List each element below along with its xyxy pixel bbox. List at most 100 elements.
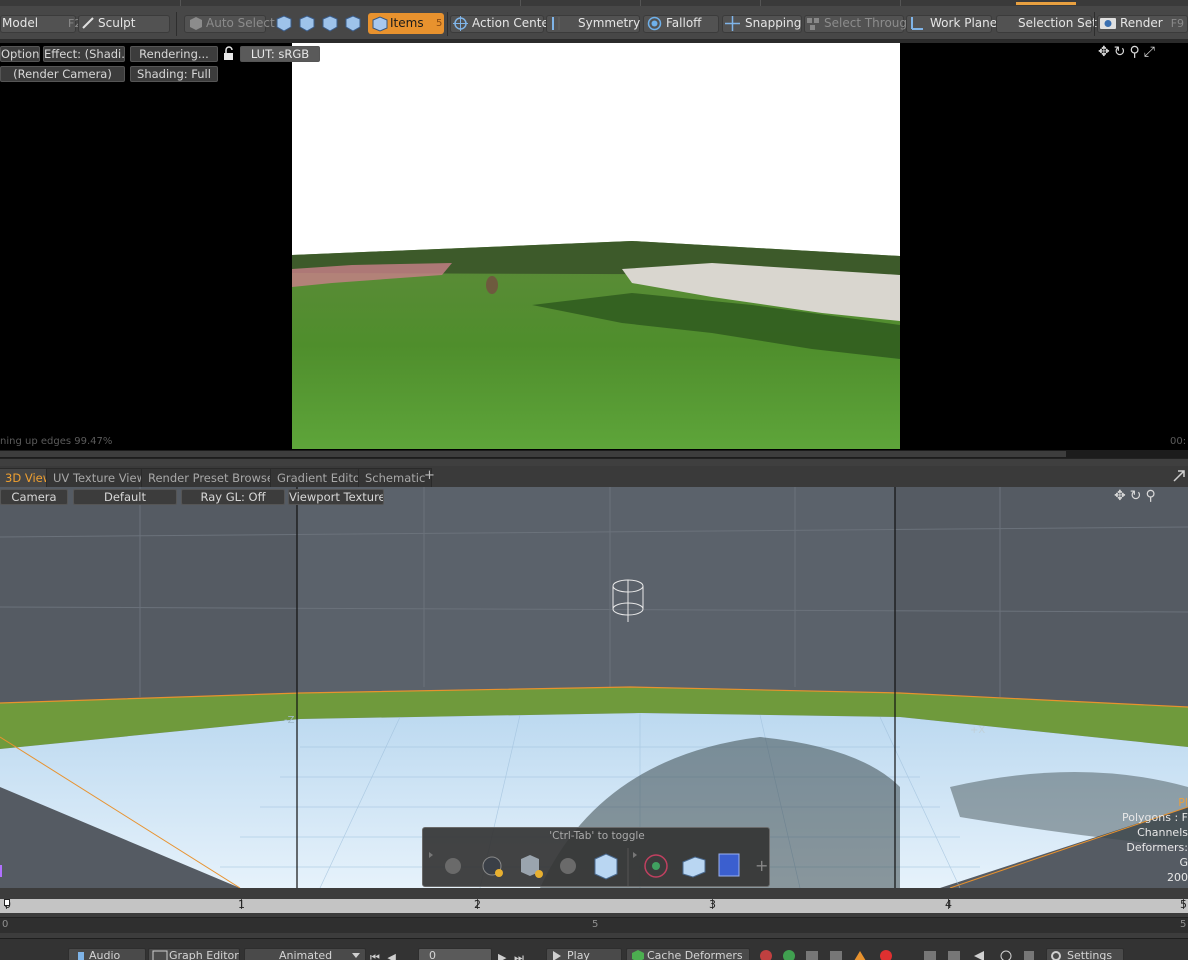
items-button[interactable]: Items 5: [368, 13, 444, 34]
render-status: ning up edges 99.47%: [0, 436, 113, 447]
render-tab[interactable]: Render F9: [1120, 13, 1184, 34]
graph-editor-label: Graph Editor: [169, 949, 239, 960]
cache-icon: [632, 950, 644, 960]
lut-dropdown[interactable]: LUT: sRGB: [240, 46, 320, 62]
maximize-icon[interactable]: ⤢: [1144, 44, 1159, 60]
quick-palette: 'Ctrl-Tab' to toggle +: [422, 827, 770, 887]
sculpt-label[interactable]: Sculpt: [98, 13, 135, 34]
tab-render-preset-browser[interactable]: Render Preset Browser: [141, 468, 286, 487]
mesh-cube-icon[interactable]: [594, 853, 618, 880]
items-label: Items: [390, 16, 424, 30]
unlock-icon[interactable]: [222, 46, 236, 61]
stat-deformers: Deformers:: [1126, 841, 1188, 854]
render-label: Render: [1120, 16, 1163, 30]
key-tools-icons[interactable]: [756, 949, 906, 960]
ruler-label: 5: [1180, 898, 1187, 911]
animated-label: Animated: [279, 949, 333, 960]
polygon-mode-icon[interactable]: [322, 15, 338, 32]
stat-line: 200: [1167, 871, 1188, 884]
render-nav-icons: ✥↻⚲⤢: [1098, 44, 1159, 60]
instance-cube-icon[interactable]: [682, 856, 706, 878]
scrollbar-thumb[interactable]: [0, 451, 1066, 457]
symmetry-icon: [552, 17, 560, 30]
animated-dropdown[interactable]: Animated: [244, 948, 366, 960]
tab-schematic[interactable]: Schematic: [358, 468, 433, 487]
vertex-mode-icon[interactable]: [276, 15, 292, 32]
symmetry-label: Symmetry: [578, 16, 641, 30]
play-label: Play: [567, 949, 590, 960]
range-mid: 5: [592, 919, 599, 930]
action-center-label: Action Center: [472, 16, 554, 30]
range-bar[interactable]: 0 5 5: [0, 917, 1188, 933]
stat-line: G: [1179, 856, 1188, 869]
axis-gizmo-icon: [0, 865, 2, 877]
falloff-icon: [647, 16, 662, 31]
shading-dropdown[interactable]: Shading: Full: [130, 66, 218, 82]
render-camera-dropdown[interactable]: (Render Camera): [0, 66, 125, 82]
array-cube-icon[interactable]: [718, 853, 740, 877]
playback-tools-icons[interactable]: [922, 949, 1042, 960]
palette-hint: 'Ctrl-Tab' to toggle: [549, 830, 645, 842]
toolbar-separator: [447, 12, 448, 36]
options-menu[interactable]: Options: [0, 46, 40, 62]
step-back-icons[interactable]: ⏮ ◀: [370, 951, 398, 960]
items-cube-icon: [372, 16, 388, 32]
step-forward-icons[interactable]: ▶ ⏭: [498, 951, 526, 960]
select-through-label: Select Through: [824, 16, 915, 30]
graph-editor-icon: [152, 950, 168, 960]
axis-x-label: +X: [970, 725, 986, 736]
default-dropdown[interactable]: Default: [73, 489, 177, 505]
snapping-icon: [725, 16, 740, 31]
playhead[interactable]: [4, 899, 10, 906]
add-tab-button[interactable]: +: [424, 468, 435, 483]
model-tab[interactable]: Model F2: [2, 13, 81, 34]
effect-dropdown[interactable]: Effect: (Shadi...: [43, 46, 125, 62]
audio-label: Audio: [89, 949, 121, 960]
cache-deformers-label: Cache Deformers: [647, 949, 743, 960]
palette-add-icon[interactable]: +: [755, 856, 768, 875]
rotate-icon[interactable]: ↻: [1114, 44, 1130, 60]
render-time: 00:: [1170, 436, 1187, 447]
material-mode-icon[interactable]: [345, 15, 361, 32]
scene-stats: Pl Polygons : F Channels Deformers: G 20…: [1122, 795, 1188, 885]
settings-gear-icon[interactable]: [560, 858, 576, 874]
bottom-transport-bar: Audio Graph Editor Animated ⏮ ◀ 0 ▶ ⏭ Pl…: [0, 938, 1188, 960]
frame-value: 0: [429, 949, 436, 960]
move-icon[interactable]: ✥: [1098, 44, 1114, 60]
settings-gear-icon: [1051, 951, 1061, 960]
stat-polygons: Polygons : F: [1122, 811, 1188, 824]
render-key: F9: [1170, 17, 1185, 30]
panel-divider[interactable]: [0, 458, 1188, 466]
zoom-icon[interactable]: ⚲: [1129, 44, 1143, 60]
move-icon[interactable]: ✥: [1114, 488, 1130, 504]
ruler-label: 3: [709, 898, 716, 911]
work-plane-label: Work Plane: [930, 16, 998, 30]
zoom-icon[interactable]: ⚲: [1145, 488, 1159, 504]
ruler-label: 1: [238, 898, 245, 911]
viewport-nav-icons: ✥↻⚲: [1114, 488, 1160, 504]
render-scrollbar[interactable]: [0, 450, 1188, 458]
range-end: 5: [1180, 919, 1187, 930]
expand-icon[interactable]: [1172, 469, 1186, 483]
frame-field[interactable]: 0: [418, 948, 492, 960]
tab-uv-texture-view[interactable]: UV Texture View: [46, 468, 153, 487]
rotate-icon[interactable]: ↻: [1130, 488, 1146, 504]
viewport-textures-dropdown[interactable]: Viewport Textures: [288, 489, 384, 505]
rendering-dropdown[interactable]: Rendering...: [130, 46, 218, 62]
time-ruler[interactable]: 0 1 2 3 4 5: [0, 898, 1188, 913]
viewport-tab-bar: 3D View UV Texture View Render Preset Br…: [0, 466, 1188, 487]
snapping-label: Snapping: [745, 16, 802, 30]
edge-mode-icon[interactable]: [299, 15, 315, 32]
render-landscape-picture: [292, 43, 900, 449]
auto-select-label: Auto Select: [206, 16, 275, 30]
toolbar-separator: [176, 12, 177, 36]
tab-gradient-editor[interactable]: Gradient Editor: [270, 468, 372, 487]
timeline[interactable]: 0 1 2 3 4 5 0 5 5: [0, 888, 1188, 938]
axis-z-label: -Z: [284, 715, 295, 726]
toolbar-separator: [1094, 12, 1095, 36]
stat-line: Pl: [1178, 796, 1188, 809]
range-start: 0: [2, 919, 9, 930]
gear-icon[interactable]: [445, 858, 461, 874]
camera-dropdown[interactable]: Camera: [0, 489, 68, 505]
raygl-dropdown[interactable]: Ray GL: Off: [181, 489, 285, 505]
